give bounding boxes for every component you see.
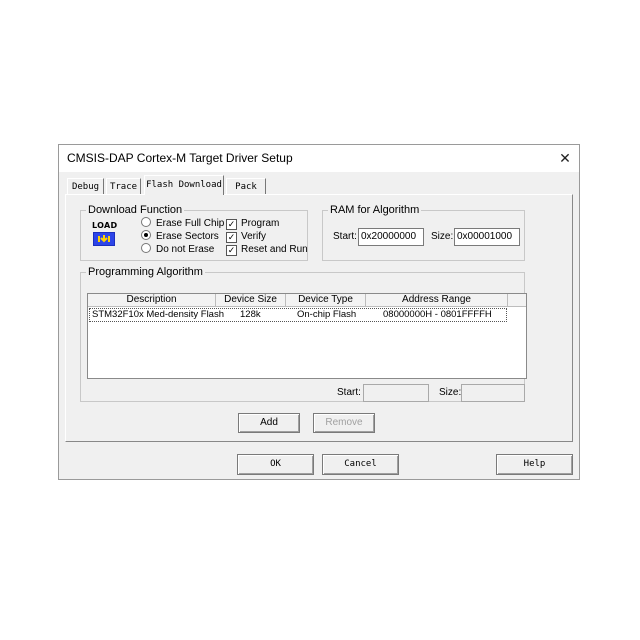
algo-size-label: Size: <box>439 387 462 398</box>
row-description: STM32F10x Med-density Flash <box>92 309 224 320</box>
column-header-filler <box>508 294 526 307</box>
program-label: Program <box>241 218 280 229</box>
title-bar: CMSIS-DAP Cortex-M Target Driver Setup ✕ <box>59 145 579 172</box>
column-header-description[interactable]: Description <box>88 294 216 307</box>
remove-button[interactable]: Remove <box>313 413 375 433</box>
radio-circle-selected <box>141 230 151 240</box>
cancel-button[interactable]: Cancel <box>322 454 399 475</box>
close-icon[interactable]: ✕ <box>553 147 577 169</box>
verify-label: Verify <box>241 231 267 242</box>
algo-start-input[interactable] <box>363 384 429 402</box>
download-function-group: Download Function LOAD Erase Full Chip E… <box>80 204 308 261</box>
column-header-device-size[interactable]: Device Size <box>216 294 286 307</box>
help-button[interactable]: Help <box>496 454 573 475</box>
algo-start-label: Start: <box>337 387 361 398</box>
reset-and-run-label: Reset and Run <box>241 244 308 255</box>
reset-and-run-checkbox[interactable]: ✓ Reset and Run <box>226 244 308 256</box>
add-button[interactable]: Add <box>238 413 300 433</box>
download-function-legend: Download Function <box>88 204 183 216</box>
algo-size-input[interactable] <box>461 384 525 402</box>
erase-full-chip-label: Erase Full Chip <box>156 218 225 229</box>
ram-start-label: Start: <box>333 231 357 242</box>
programming-algorithm-legend: Programming Algorithm <box>88 266 203 278</box>
table-row[interactable]: STM32F10x Med-density Flash 128k On-chip… <box>89 308 507 322</box>
erase-sectors-label: Erase Sectors <box>156 231 219 242</box>
load-icon: LOAD <box>91 221 118 250</box>
column-header-address-range[interactable]: Address Range <box>366 294 508 307</box>
radio-circle <box>141 243 151 253</box>
row-address-range: 08000000H - 0801FFFFH <box>383 309 492 320</box>
programming-algorithm-group: Programming Algorithm Description Device… <box>80 266 527 402</box>
checkmark-icon: ✓ <box>226 232 237 243</box>
algorithm-list[interactable]: Description Device Size Device Type Addr… <box>87 293 527 379</box>
flash-download-panel: Download Function LOAD Erase Full Chip E… <box>65 194 573 442</box>
do-not-erase-radio[interactable]: Do not Erase <box>141 243 214 255</box>
erase-sectors-radio[interactable]: Erase Sectors <box>141 230 219 242</box>
checkmark-icon: ✓ <box>226 245 237 256</box>
row-device-type: On-chip Flash <box>297 309 357 320</box>
row-device-size: 128k <box>240 309 261 320</box>
ram-size-label: Size: <box>431 231 454 242</box>
verify-checkbox[interactable]: ✓ Verify <box>226 231 266 243</box>
target-driver-setup-dialog: CMSIS-DAP Cortex-M Target Driver Setup ✕… <box>58 144 580 480</box>
tab-pack[interactable]: Pack <box>226 178 266 194</box>
program-checkbox[interactable]: ✓ Program <box>226 218 279 230</box>
radio-circle <box>141 217 151 227</box>
tab-flash-download[interactable]: Flash Download <box>144 175 224 195</box>
ram-for-algorithm-legend: RAM for Algorithm <box>330 204 420 216</box>
checkmark-icon: ✓ <box>226 219 237 230</box>
ram-for-algorithm-group: RAM for Algorithm Start: 0x20000000 Size… <box>322 204 525 261</box>
ram-size-input[interactable]: 0x00001000 <box>454 228 520 246</box>
tab-debug[interactable]: Debug <box>67 178 104 194</box>
ok-button[interactable]: OK <box>237 454 314 475</box>
do-not-erase-label: Do not Erase <box>156 244 215 255</box>
window-title: CMSIS-DAP Cortex-M Target Driver Setup <box>67 151 293 165</box>
erase-full-chip-radio[interactable]: Erase Full Chip <box>141 217 224 229</box>
load-icon-text: LOAD <box>92 221 118 230</box>
column-header-device-type[interactable]: Device Type <box>286 294 366 307</box>
ram-start-input[interactable]: 0x20000000 <box>358 228 424 246</box>
tab-trace[interactable]: Trace <box>106 178 141 194</box>
